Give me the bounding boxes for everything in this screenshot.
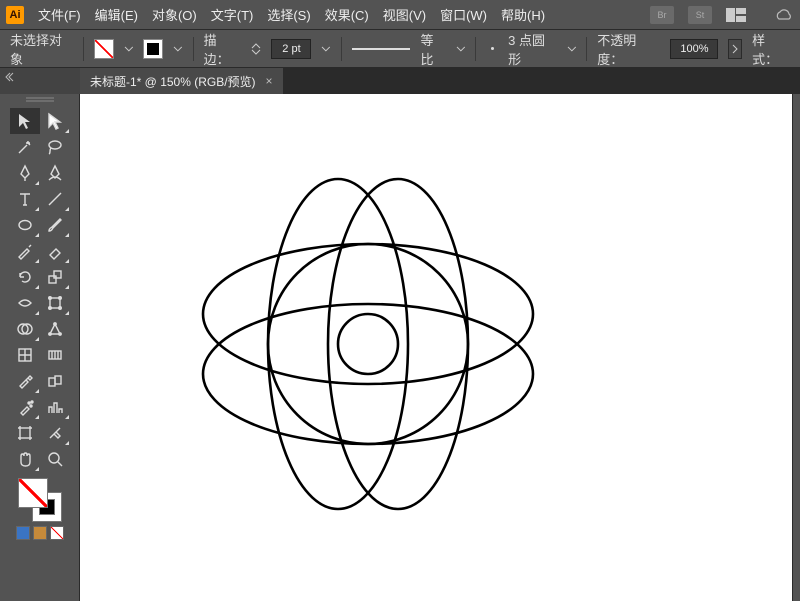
stroke-label: 描边：	[204, 30, 242, 68]
document-tab-strip: 未标题-1* @ 150% (RGB/预览) ×	[0, 68, 800, 94]
type-tool[interactable]	[10, 186, 40, 212]
close-tab-button[interactable]: ×	[266, 74, 273, 88]
fill-color-swatch[interactable]	[18, 478, 48, 508]
stroke-weight-input[interactable]	[271, 39, 311, 59]
menu-select[interactable]: 选择(S)	[267, 5, 310, 24]
symbol-sprayer-tool[interactable]	[10, 394, 40, 420]
hand-tool[interactable]	[10, 446, 40, 472]
bridge-button[interactable]: Br	[650, 6, 674, 24]
selection-status: 未选择对象	[10, 30, 73, 68]
ellipse-tool[interactable]	[10, 212, 40, 238]
puppet-warp-tool[interactable]	[40, 316, 70, 342]
opacity-label: 不透明度：	[597, 30, 660, 68]
main-area	[0, 94, 800, 601]
stroke-dropdown-icon[interactable]	[173, 44, 183, 54]
color-mode-none[interactable]	[50, 526, 64, 540]
fill-stroke-swatch[interactable]	[18, 478, 62, 522]
selection-tool[interactable]	[10, 108, 40, 134]
shape-builder-tool[interactable]	[10, 316, 40, 342]
direct-selection-tool[interactable]	[40, 108, 70, 134]
pen-tool[interactable]	[10, 160, 40, 186]
fill-swatch[interactable]	[94, 39, 114, 59]
slice-tool[interactable]	[40, 420, 70, 446]
document-canvas[interactable]	[80, 94, 792, 601]
app-logo: Ai	[6, 6, 24, 24]
document-tab-title: 未标题-1* @ 150% (RGB/预览)	[90, 73, 256, 90]
artwork	[80, 94, 792, 601]
color-mode-buttons	[16, 526, 64, 540]
zoom-tool[interactable]	[40, 446, 70, 472]
rotate-tool[interactable]	[10, 264, 40, 290]
variable-width-profile-preview[interactable]	[352, 48, 410, 50]
sync-icon[interactable]	[774, 8, 794, 22]
menu-edit[interactable]: 编辑(E)	[95, 5, 138, 24]
lasso-tool[interactable]	[40, 134, 70, 160]
blend-tool[interactable]	[40, 368, 70, 394]
menu-file[interactable]: 文件(F)	[38, 5, 81, 24]
menu-help[interactable]: 帮助(H)	[501, 5, 545, 24]
menu-object[interactable]: 对象(O)	[152, 5, 197, 24]
style-label: 样式：	[752, 30, 790, 68]
profile-label: 等比	[420, 30, 445, 68]
menu-type[interactable]: 文字(T)	[211, 5, 254, 24]
curvature-tool[interactable]	[40, 160, 70, 186]
stroke-weight-stepper[interactable]	[251, 42, 261, 56]
profile-dropdown-icon[interactable]	[456, 44, 466, 54]
stock-button[interactable]: St	[688, 6, 712, 24]
stroke-swatch[interactable]	[143, 39, 163, 59]
width-tool[interactable]	[10, 290, 40, 316]
fill-dropdown-icon[interactable]	[124, 44, 134, 54]
document-tab[interactable]: 未标题-1* @ 150% (RGB/预览) ×	[80, 68, 284, 94]
mesh-tool[interactable]	[10, 342, 40, 368]
magic-wand-tool[interactable]	[10, 134, 40, 160]
eraser-tool[interactable]	[40, 238, 70, 264]
menu-bar: Ai 文件(F) 编辑(E) 对象(O) 文字(T) 选择(S) 效果(C) 视…	[0, 0, 800, 30]
shaper-tool[interactable]	[10, 238, 40, 264]
tools-panel	[0, 94, 80, 601]
scale-tool[interactable]	[40, 264, 70, 290]
brush-dropdown-icon[interactable]	[567, 44, 577, 54]
column-graph-tool[interactable]	[40, 394, 70, 420]
paintbrush-tool[interactable]	[40, 212, 70, 238]
brush-definition-preview[interactable]	[486, 43, 498, 55]
menu-window[interactable]: 窗口(W)	[440, 5, 487, 24]
stroke-weight-dropdown-icon[interactable]	[321, 44, 331, 54]
free-transform-tool[interactable]	[40, 290, 70, 316]
control-bar: 未选择对象 描边： 等比 3 点圆形 不透明度： 样式：	[0, 30, 800, 68]
brush-label: 3 点圆形	[508, 30, 556, 68]
opacity-more-icon[interactable]	[728, 39, 742, 59]
color-mode-color[interactable]	[16, 526, 30, 540]
artboard-tool[interactable]	[10, 420, 40, 446]
menu-view[interactable]: 视图(V)	[383, 5, 426, 24]
right-panel-edge[interactable]	[792, 94, 800, 601]
line-segment-tool[interactable]	[40, 186, 70, 212]
tools-panel-drag-handle[interactable]	[24, 96, 56, 104]
color-mode-gradient[interactable]	[33, 526, 47, 540]
opacity-input[interactable]	[670, 39, 718, 59]
arrange-documents-button[interactable]	[726, 8, 746, 22]
tools-panel-collapse-handle[interactable]	[0, 68, 80, 94]
eyedropper-tool[interactable]	[10, 368, 40, 394]
menu-effect[interactable]: 效果(C)	[325, 5, 369, 24]
gradient-tool[interactable]	[40, 342, 70, 368]
